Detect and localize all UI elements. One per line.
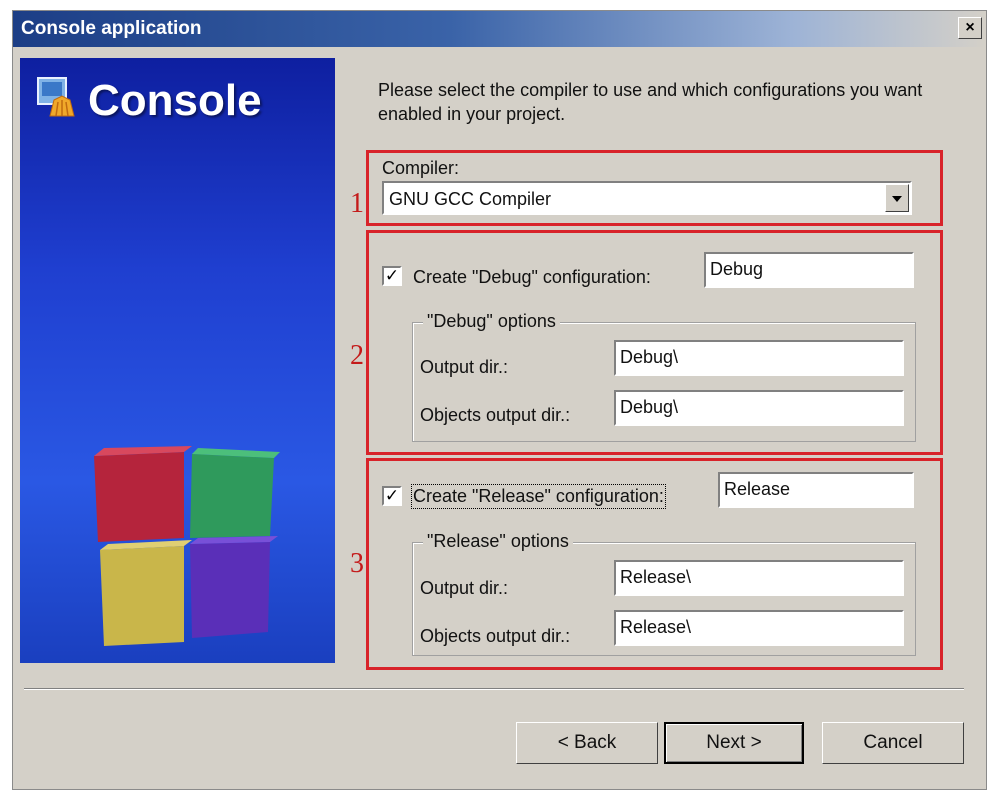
code-blocks-logo [94, 446, 280, 646]
annotation-number-1: 1 [350, 188, 364, 219]
close-button[interactable]: × [958, 17, 982, 39]
release-output-dir-label: Output dir.: [420, 578, 509, 598]
debug-output-dir-label: Output dir.: [420, 357, 509, 377]
debug-objects-dir-label: Objects output dir.: [420, 405, 571, 425]
console-app-icon [37, 77, 75, 117]
window-title: Console application [21, 18, 202, 39]
banner-title: Console [88, 76, 262, 125]
compiler-select[interactable]: GNU GCC Compiler [382, 181, 912, 215]
annotation-number-3: 3 [350, 548, 364, 579]
chevron-down-icon[interactable] [885, 184, 909, 212]
cancel-button[interactable]: Cancel [822, 722, 964, 764]
debug-config-name-input[interactable]: Debug [704, 252, 914, 288]
debug-options-title: "Debug" options [423, 311, 560, 332]
debug-output-dir-input[interactable]: Debug\ [614, 340, 904, 376]
annotation-number-2: 2 [350, 340, 364, 371]
release-objects-dir-input[interactable]: Release\ [614, 610, 904, 646]
back-button[interactable]: < Back [516, 722, 658, 764]
debug-checkbox[interactable]: ✓ [382, 266, 402, 286]
compiler-label: Compiler: [382, 158, 460, 178]
debug-checkbox-label[interactable]: Create "Debug" configuration: [413, 267, 651, 288]
release-config-name-input[interactable]: Release [718, 472, 914, 508]
button-separator [24, 688, 964, 690]
release-checkbox[interactable]: ✓ [382, 486, 402, 506]
title-bar[interactable]: Console application × [13, 11, 986, 47]
debug-objects-dir-input[interactable]: Debug\ [614, 390, 904, 426]
wizard-banner: Console [20, 58, 335, 663]
release-options-title: "Release" options [423, 531, 573, 552]
intro-text: Please select the compiler to use and wh… [378, 80, 923, 124]
release-objects-dir-label: Objects output dir.: [420, 626, 571, 646]
compiler-value: GNU GCC Compiler [389, 189, 552, 209]
next-button[interactable]: Next > [664, 722, 804, 764]
release-checkbox-label[interactable]: Create "Release" configuration: [411, 484, 666, 509]
release-output-dir-input[interactable]: Release\ [614, 560, 904, 596]
